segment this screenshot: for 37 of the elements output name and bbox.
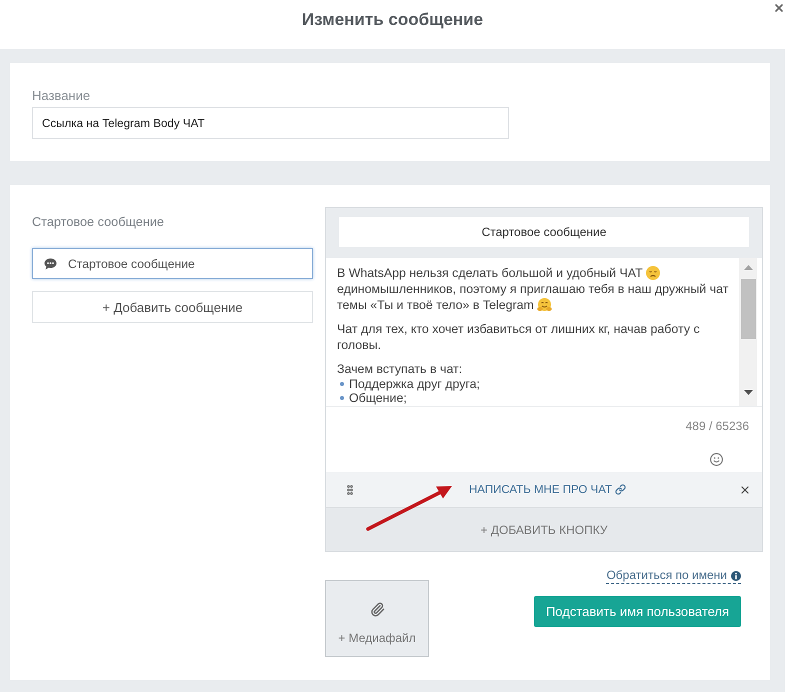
message-text-line: единомышленников, поэтому я приглашаю тебя в наш дружный чат	[337, 281, 728, 297]
inline-button[interactable]: НАПИСАТЬ МНЕ ПРО ЧАТ	[468, 484, 626, 496]
dialog-title: Изменить сообщение	[302, 10, 484, 30]
hugging-face-icon	[536, 298, 552, 312]
address-by-name-link[interactable]: Обратиться по имени	[606, 568, 741, 584]
add-message-button[interactable]: + Добавить сообщение	[32, 291, 313, 323]
section-label: Стартовое сообщение	[32, 214, 165, 230]
close-icon[interactable]	[773, 2, 785, 14]
name-input[interactable]: Ссылка на Telegram Body ЧАТ	[32, 107, 509, 139]
bullet-text: Поддержка друг друга;	[349, 376, 480, 392]
close-icon[interactable]	[739, 484, 751, 496]
message-text-line: В WhatsApp нельзя сделать большой и удобный ЧАТ	[337, 265, 643, 281]
sad-face-icon	[646, 266, 660, 280]
drag-handle-icon[interactable]	[344, 484, 356, 496]
bullet-text: Общение;	[349, 391, 407, 406]
message-text-line: Чат для тех, кто хочет избавиться от лишних кг, начав работу с	[337, 321, 700, 337]
message-text-line: Зачем вступать в чат:	[337, 361, 462, 377]
scrollbar[interactable]	[739, 258, 757, 406]
insert-username-button[interactable]: Подставить имя пользователя	[534, 596, 741, 627]
field-label: Название	[32, 88, 92, 104]
message-text-line: темы «Ты и твоё тело» в Telegram	[337, 297, 534, 313]
message-list-item[interactable]: Стартовое сообщение	[32, 248, 313, 279]
paperclip-icon	[370, 602, 384, 617]
bullet-icon	[340, 382, 344, 386]
chat-bubble-icon	[44, 258, 57, 270]
media-upload-button[interactable]: + Медиафайл	[325, 580, 429, 657]
smiley-icon[interactable]	[710, 453, 723, 466]
bullet-icon	[340, 396, 344, 400]
scrollbar-thumb[interactable]	[740, 279, 756, 339]
character-counter: 489 / 65236	[686, 419, 749, 433]
scroll-down-icon[interactable]	[744, 390, 752, 395]
message-item-label: Стартовое сообщение	[68, 256, 195, 270]
message-text-line: головы.	[337, 337, 382, 353]
info-icon	[731, 570, 741, 580]
message-text-field[interactable]	[326, 258, 762, 407]
message-title: Стартовое сообщение	[339, 217, 749, 247]
link-icon	[615, 484, 626, 495]
